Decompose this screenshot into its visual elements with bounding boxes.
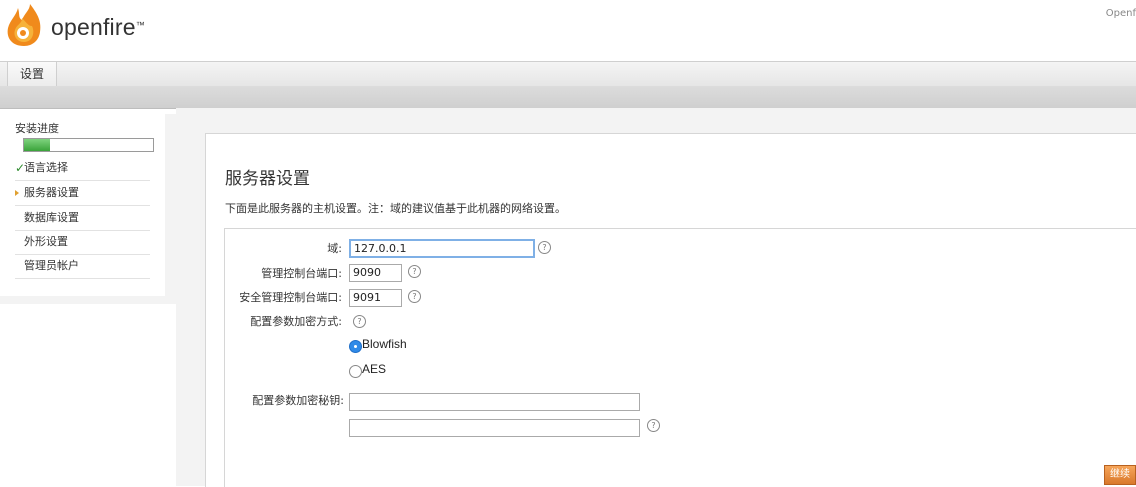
domain-label: 域: xyxy=(327,242,342,255)
encryption-key-label: 配置参数加密秘钥: xyxy=(252,394,344,407)
sidebar-item-appearance-settings[interactable]: 外形设置 xyxy=(15,230,150,255)
sidebar-title: 安装进度 xyxy=(15,122,59,135)
secure-admin-port-input[interactable] xyxy=(349,289,402,307)
encryption-key-input[interactable] xyxy=(349,393,640,411)
openfire-flame-icon xyxy=(7,4,41,46)
encryption-method-label: 配置参数加密方式: xyxy=(250,315,342,328)
sidebar-item-admin-account[interactable]: 管理员帐户 xyxy=(15,254,150,279)
sidebar-item-language[interactable]: ✓ 语言选择 xyxy=(15,156,150,181)
aes-radio[interactable] xyxy=(349,365,362,378)
aes-radio-label: AES xyxy=(362,362,387,376)
sidebar-item-label: 服务器设置 xyxy=(24,186,79,199)
header: openfire™ Openf xyxy=(0,0,1136,61)
brand-logo-text: openfire™ xyxy=(51,14,145,40)
blowfish-radio[interactable] xyxy=(349,340,362,353)
version-text: Openf xyxy=(1105,8,1136,19)
help-icon[interactable]: ? xyxy=(353,315,366,328)
admin-port-input[interactable] xyxy=(349,264,402,282)
page-title: 服务器设置 xyxy=(225,169,310,189)
sidebar-item-label: 管理员帐户 xyxy=(24,259,79,272)
tab-settings[interactable]: 设置 xyxy=(7,62,57,86)
sidebar-item-label: 数据库设置 xyxy=(24,211,79,224)
current-step-arrow-icon xyxy=(15,190,19,196)
sidebar-item-label: 语言选择 xyxy=(24,161,68,174)
sidebar-item-label: 外形设置 xyxy=(24,235,68,248)
sidebar-item-server-settings[interactable]: 服务器设置 xyxy=(15,181,150,206)
blowfish-radio-label: Blowfish xyxy=(362,337,407,351)
continue-button[interactable]: 继续 xyxy=(1104,465,1136,485)
help-icon[interactable]: ? xyxy=(408,290,421,303)
encryption-key-confirm-input[interactable] xyxy=(349,419,640,437)
domain-input[interactable] xyxy=(349,239,535,258)
admin-port-label: 管理控制台端口: xyxy=(261,267,342,280)
help-icon[interactable]: ? xyxy=(538,241,551,254)
setup-progress-fill xyxy=(24,139,50,151)
setup-progress-sidebar: 安装进度 ✓ 语言选择 服务器设置 数据库设置 外形设置 管理员帐户 xyxy=(0,114,176,304)
sub-nav-bar xyxy=(0,86,1136,109)
help-icon[interactable]: ? xyxy=(408,265,421,278)
sidebar-item-database-settings[interactable]: 数据库设置 xyxy=(15,206,150,231)
top-nav: 设置 xyxy=(0,61,1136,87)
secure-admin-port-label: 安全管理控制台端口: xyxy=(239,291,342,304)
sidebar-panel: 安装进度 ✓ 语言选择 服务器设置 数据库设置 外形设置 管理员帐户 xyxy=(0,114,165,296)
help-icon[interactable]: ? xyxy=(647,419,660,432)
setup-progress-bar xyxy=(23,138,154,152)
page-description: 下面是此服务器的主机设置。注：域的建议值基于此机器的网络设置。 xyxy=(225,202,566,215)
